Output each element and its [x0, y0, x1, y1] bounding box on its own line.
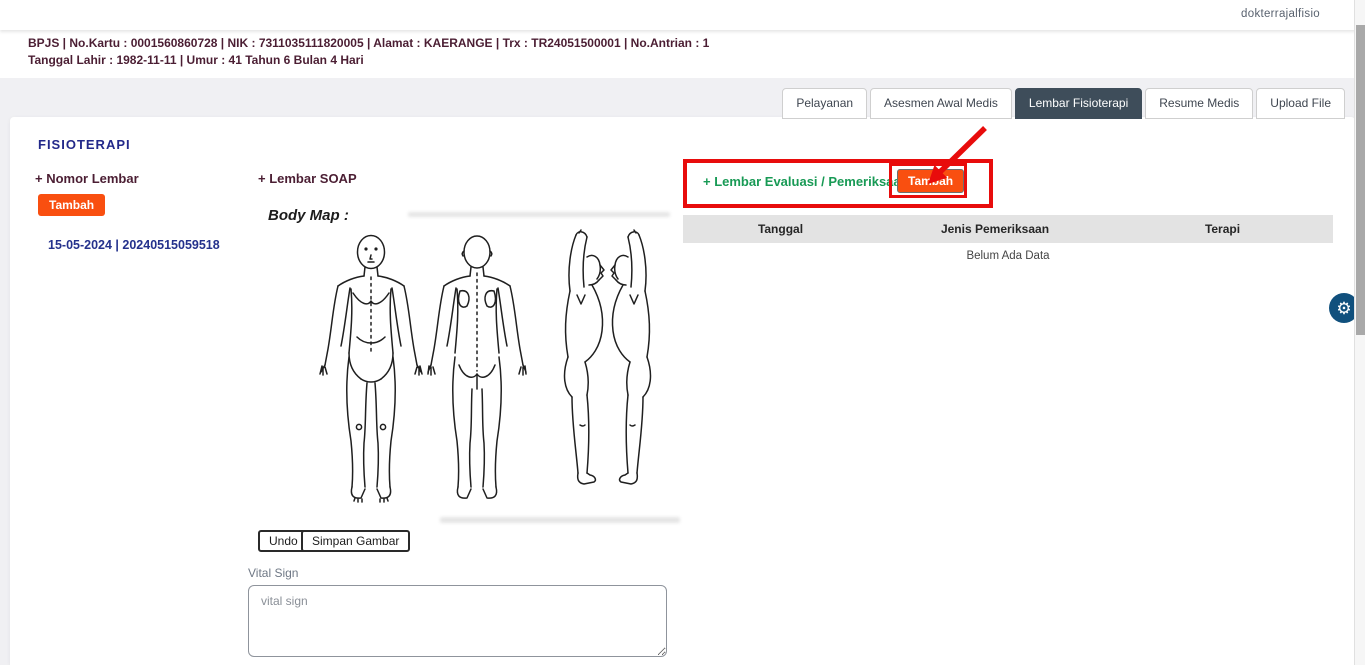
nomor-lembar-tambah-button[interactable]: Tambah	[38, 194, 105, 216]
scan-artifact	[440, 517, 680, 523]
lembar-evaluasi-heading[interactable]: + Lembar Evaluasi / Pemeriksaan	[703, 174, 909, 189]
body-map-figures-image	[258, 225, 678, 525]
body-map-canvas[interactable]	[258, 225, 678, 525]
column-jenis-pemeriksaan: Jenis Pemeriksaan	[878, 222, 1112, 236]
lembar-soap-heading[interactable]: + Lembar SOAP	[258, 171, 357, 186]
simpan-gambar-button[interactable]: Simpan Gambar	[301, 530, 410, 552]
evaluasi-tambah-button[interactable]: Tambah	[897, 169, 964, 193]
nomor-lembar-heading[interactable]: + Nomor Lembar	[35, 171, 139, 186]
scan-artifact	[408, 212, 670, 217]
lembar-entry-link[interactable]: 15-05-2024 | 20240515059518	[48, 238, 220, 252]
tab-pelayanan[interactable]: Pelayanan	[782, 88, 867, 119]
vital-sign-label: Vital Sign	[248, 566, 298, 580]
evaluasi-table: Tanggal Jenis Pemeriksaan Terapi Belum A…	[683, 215, 1333, 262]
logged-in-user[interactable]: dokterrajalfisio	[1241, 8, 1320, 20]
tab-resume-medis[interactable]: Resume Medis	[1145, 88, 1253, 119]
column-tanggal: Tanggal	[683, 222, 878, 236]
fisioterapi-panel: FISIOTERAPI + Nomor Lembar Tambah 15-05-…	[10, 117, 1355, 665]
top-header-bar: dokterrajalfisio	[0, 0, 1365, 30]
evaluasi-table-header: Tanggal Jenis Pemeriksaan Terapi	[683, 215, 1333, 243]
patient-info-bar: BPJS | No.Kartu : 0001560860728 | NIK : …	[0, 30, 1365, 78]
column-terapi: Terapi	[1112, 222, 1333, 236]
tab-asesmen-awal-medis[interactable]: Asesmen Awal Medis	[870, 88, 1012, 119]
patient-info-line1: BPJS | No.Kartu : 0001560860728 | NIK : …	[28, 35, 1365, 52]
vital-sign-textarea[interactable]	[248, 585, 667, 657]
record-tabs: Pelayanan Asesmen Awal Medis Lembar Fisi…	[779, 88, 1345, 119]
body-map-label: Body Map :	[268, 207, 349, 224]
patient-info-line2: Tanggal Lahir : 1982-11-11 | Umur : 41 T…	[28, 52, 1365, 69]
page-scrollbar	[1354, 0, 1365, 665]
tab-upload-file[interactable]: Upload File	[1256, 88, 1345, 119]
page-title: FISIOTERAPI	[38, 137, 131, 152]
gear-icon: ⚙	[1336, 300, 1351, 317]
tab-lembar-fisioterapi[interactable]: Lembar Fisioterapi	[1015, 88, 1142, 119]
table-empty-message: Belum Ada Data	[683, 250, 1333, 262]
scrollbar-thumb[interactable]	[1356, 25, 1365, 335]
